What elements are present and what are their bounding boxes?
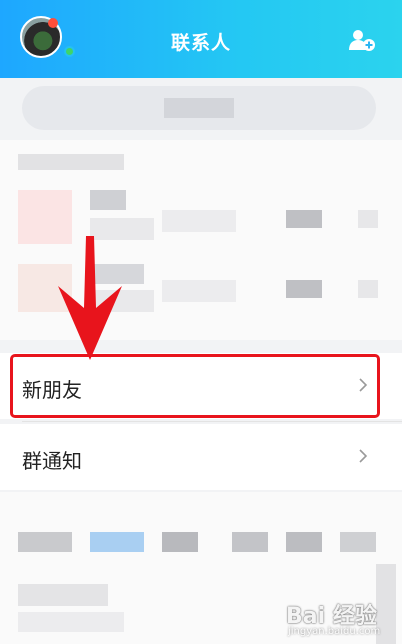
blurred-tab xyxy=(162,532,198,552)
group-notice-row[interactable]: 群通知 xyxy=(0,424,402,490)
watermark: Bai 经验 jingyan.baidu.com xyxy=(282,596,402,644)
blurred-name xyxy=(90,190,126,210)
search-bar[interactable] xyxy=(22,86,376,130)
chevron-right-icon xyxy=(359,449,368,463)
blurred-text xyxy=(162,280,236,302)
blurred-marker xyxy=(358,210,378,228)
blurred-badge xyxy=(286,280,322,298)
contacts-screen: 联系人 新朋友 群通知 Bai 经验 jingyan.baidu.com xyxy=(0,0,402,644)
blurred-heading xyxy=(18,154,124,170)
watermark-url: jingyan.baidu.com xyxy=(288,626,381,637)
add-contact-icon[interactable] xyxy=(348,28,376,52)
divider xyxy=(22,421,402,422)
blurred-badge xyxy=(286,210,322,228)
blurred-text xyxy=(18,612,124,632)
pointer-arrow xyxy=(58,236,122,360)
blurred-marker xyxy=(358,280,378,298)
group-notice-label: 群通知 xyxy=(22,449,82,473)
blurred-search-text xyxy=(164,98,234,118)
highlight-box xyxy=(10,354,380,418)
unread-dot xyxy=(48,18,58,28)
blurred-tab xyxy=(232,532,268,552)
blurred-text xyxy=(18,584,108,606)
blurred-tab xyxy=(286,532,322,552)
header-bar: 联系人 xyxy=(0,0,402,78)
page-title: 联系人 xyxy=(170,32,231,54)
blurred-tab xyxy=(340,532,376,552)
blurred-tab-active xyxy=(90,532,144,552)
blurred-tab xyxy=(18,532,72,552)
blurred-text xyxy=(162,210,236,232)
